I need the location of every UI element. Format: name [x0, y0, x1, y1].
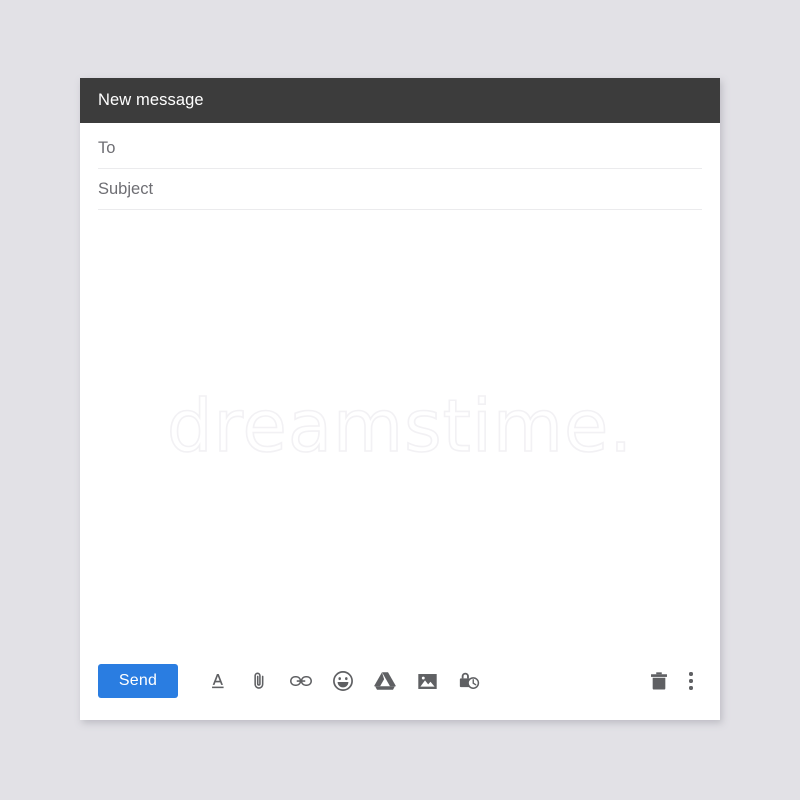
compose-window-title: New message — [98, 91, 204, 109]
message-body-area: dreamstime. — [80, 210, 720, 642]
compose-window: New message To Subject dreamstime. Send — [80, 78, 720, 720]
more-options-dot — [689, 672, 693, 676]
subject-field-label: Subject — [98, 179, 154, 198]
more-options-icon[interactable] — [680, 666, 702, 696]
confidential-mode-icon[interactable] — [454, 666, 484, 696]
insert-photo-icon[interactable] — [412, 666, 442, 696]
to-field-label: To — [98, 138, 116, 157]
message-body-input[interactable] — [80, 210, 720, 642]
toolbar-right-group — [644, 666, 702, 696]
discard-draft-icon[interactable] — [644, 666, 674, 696]
more-options-dot — [689, 686, 693, 690]
insert-emoji-icon[interactable] — [328, 666, 358, 696]
insert-link-icon[interactable] — [286, 666, 316, 696]
send-button[interactable]: Send — [98, 664, 178, 698]
attach-file-icon[interactable] — [244, 666, 274, 696]
toolbar-left-group: Send — [98, 664, 484, 698]
more-options-dot — [689, 679, 693, 683]
google-drive-icon[interactable] — [370, 666, 400, 696]
format-options-icon[interactable] — [202, 666, 232, 696]
compose-toolbar: Send — [80, 642, 720, 720]
subject-field-row[interactable]: Subject — [98, 169, 702, 210]
compose-titlebar: New message — [80, 78, 720, 123]
to-field-row[interactable]: To — [98, 128, 702, 169]
